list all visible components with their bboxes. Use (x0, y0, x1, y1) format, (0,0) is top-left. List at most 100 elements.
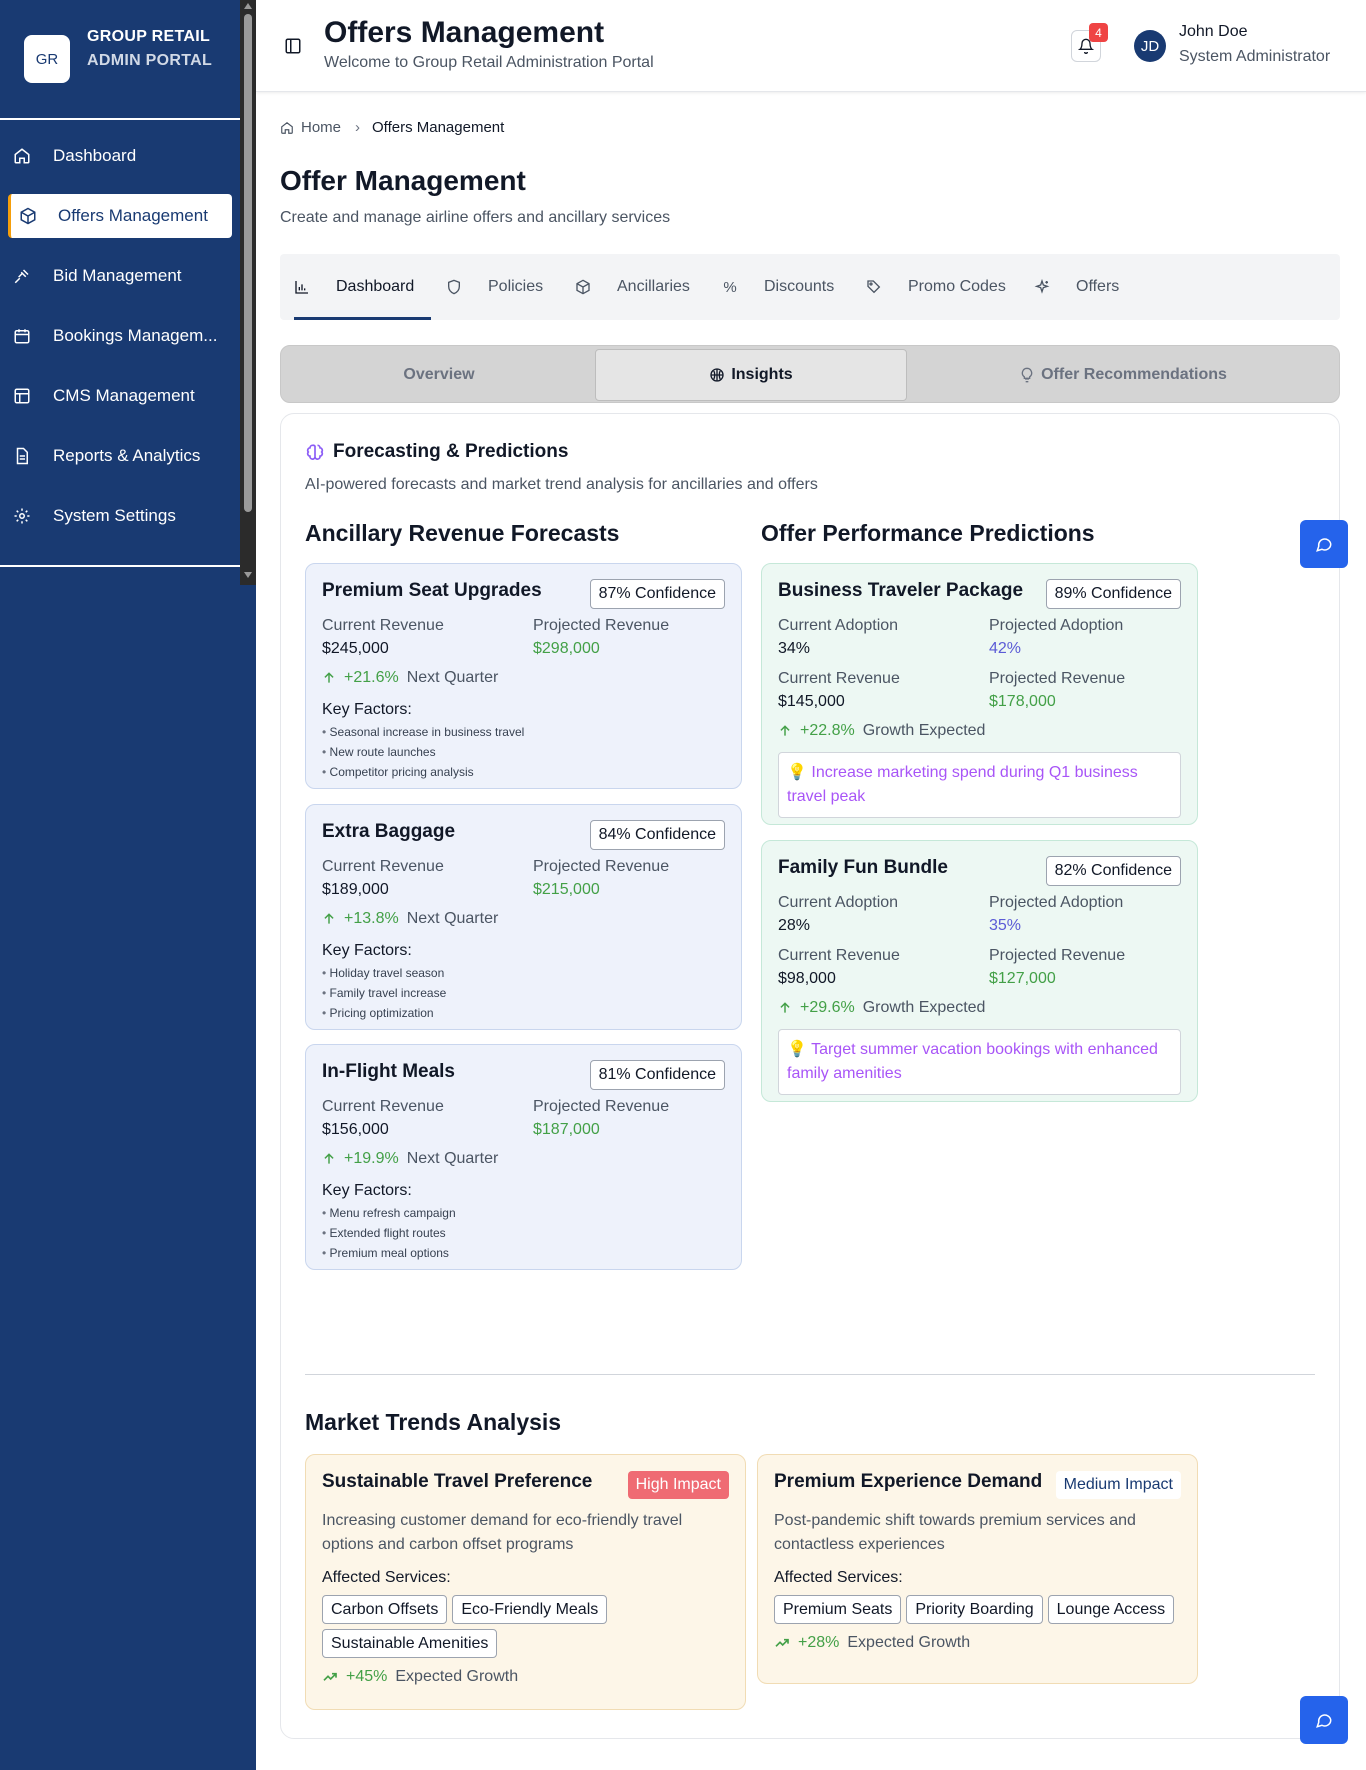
current-revenue-value: $145,000 (778, 693, 845, 710)
main-content: Home › Offers Management Offer Managemen… (256, 92, 1366, 1770)
growth-row: +28% Expected Growth (774, 1634, 970, 1652)
tab-label: Discounts (764, 278, 835, 295)
tab-offers[interactable]: Offers (1034, 254, 1119, 320)
confidence-badge: 81% Confidence (589, 1060, 725, 1090)
message-icon (1316, 1714, 1332, 1728)
arrow-up-icon (780, 1002, 790, 1013)
tag-icon (867, 280, 881, 294)
sidebar-brand: GR GROUP RETAIL ADMIN PORTAL (0, 0, 240, 120)
segment-label: Offer Recommendations (1041, 366, 1227, 383)
chat-button[interactable] (1300, 1696, 1348, 1744)
lightbulb-icon (1021, 367, 1033, 383)
trend-description: Increasing customer demand for eco-frien… (322, 1512, 683, 1553)
scroll-down-icon[interactable] (244, 572, 252, 578)
list-item: Competitor pricing analysis (322, 762, 524, 782)
tab-dashboard[interactable]: Dashboard (294, 254, 431, 320)
sidebar-item-bid-management[interactable]: Bid Management (0, 254, 240, 298)
growth-value: +13.8% (344, 910, 399, 927)
tab-discounts[interactable]: % Discounts (722, 254, 834, 320)
sidebar-item-cms-management[interactable]: CMS Management (0, 374, 240, 418)
service-chip: Premium Seats (774, 1595, 902, 1624)
brand-logo: GR (24, 35, 70, 83)
growth-label: Expected Growth (847, 1634, 971, 1651)
current-revenue: Current Revenue $156,000 (322, 1095, 444, 1141)
growth-row: +13.8% Next Quarter (322, 910, 498, 928)
tab-label: Promo Codes (908, 278, 1006, 295)
list-item: Premium meal options (322, 1243, 456, 1263)
growth-row: +29.6% Growth Expected (778, 999, 985, 1017)
brand-line-2: ADMIN PORTAL (87, 52, 213, 69)
trend-description: Post-pandemic shift towards premium serv… (774, 1512, 1136, 1553)
brain-icon (306, 444, 324, 460)
list-item: Pricing optimization (322, 1003, 446, 1023)
segment-offer-recommendations[interactable]: Offer Recommendations (908, 349, 1338, 401)
sidebar-item-label: Reports & Analytics (53, 446, 201, 465)
tab-ancillaries[interactable]: Ancillaries (575, 254, 690, 320)
sidebar-scrollbar[interactable] (240, 0, 256, 585)
scroll-up-icon[interactable] (244, 3, 252, 9)
current-revenue-value: $98,000 (778, 970, 836, 987)
projected-adoption-label: Projected Adoption (989, 894, 1124, 911)
key-factors-label: Key Factors: (322, 701, 412, 718)
trending-up-icon (775, 1638, 789, 1647)
sidebar-item-system-settings[interactable]: System Settings (0, 494, 240, 538)
sidebar-divider (0, 565, 240, 567)
sidebar-item-reports-analytics[interactable]: Reports & Analytics (0, 434, 240, 478)
growth-row: +21.6% Next Quarter (322, 669, 498, 687)
list-item: Family travel increase (322, 983, 447, 1003)
growth-label: Growth Expected (862, 999, 986, 1016)
projected-revenue: Projected Revenue $127,000 (989, 944, 1125, 990)
segment-label: Insights (731, 366, 793, 383)
segment-insights[interactable]: Insights (595, 349, 907, 401)
service-chip: Sustainable Amenities (322, 1629, 498, 1658)
sidebar-item-bookings-management[interactable]: Bookings Managem... (0, 314, 240, 358)
service-chip: Carbon Offsets (322, 1595, 448, 1624)
sidebar-item-dashboard[interactable]: Dashboard (0, 134, 240, 178)
current-adoption: Current Adoption 28% (778, 891, 898, 937)
sidebar-toggle-icon[interactable] (284, 37, 302, 55)
breadcrumb-home[interactable]: Home (301, 119, 341, 136)
confidence-badge: 87% Confidence (589, 579, 725, 609)
growth-value: +28% (798, 1634, 840, 1651)
projected-revenue-label: Projected Revenue (989, 947, 1126, 964)
affected-services-label: Affected Services: (774, 1569, 903, 1586)
affected-services: Premium Seats Priority Boarding Lounge A… (774, 1595, 1181, 1624)
list-item: Holiday travel season (322, 963, 446, 983)
current-revenue-value: $189,000 (322, 881, 389, 898)
sidebar-item-label: CMS Management (53, 386, 195, 405)
sidebar: GR GROUP RETAIL ADMIN PORTAL Dashboard O… (0, 0, 256, 1770)
chat-button[interactable] (1300, 520, 1348, 568)
sidebar-item-label: Dashboard (53, 146, 137, 165)
forecasting-panel: Forecasting & Predictions AI-powered for… (280, 413, 1340, 1739)
current-adoption-value: 28% (778, 917, 811, 934)
projected-revenue-value: $215,000 (533, 881, 600, 898)
tab-promo-codes[interactable]: Promo Codes (866, 254, 1006, 320)
growth-label: Expected Growth (395, 1668, 519, 1685)
sidebar-item-label: System Settings (53, 506, 176, 525)
panel-title-text: Forecasting & Predictions (333, 441, 569, 462)
scrollbar-thumb[interactable] (244, 14, 252, 512)
projected-adoption-value: 35% (989, 917, 1022, 934)
trend-card: Sustainable Travel Preference High Impac… (305, 1454, 746, 1710)
current-revenue: Current Revenue $189,000 (322, 855, 444, 901)
projected-revenue-label: Projected Revenue (533, 858, 670, 875)
package-icon (576, 279, 590, 295)
growth-value: +29.6% (800, 999, 855, 1016)
page-subtitle: Create and manage airline offers and anc… (280, 209, 671, 226)
growth-period: Next Quarter (406, 669, 499, 686)
current-adoption-label: Current Adoption (778, 617, 899, 634)
avatar[interactable]: JD (1134, 30, 1166, 62)
growth-period: Next Quarter (406, 910, 499, 927)
segment-overview[interactable]: Overview (284, 349, 594, 401)
brand-line-1: GROUP RETAIL (87, 28, 211, 45)
breadcrumb: Home › Offers Management (280, 119, 504, 136)
projected-revenue-label: Projected Revenue (533, 1098, 670, 1115)
projected-revenue: Projected Revenue $298,000 (533, 614, 669, 660)
recommendation-tip: 💡 Target summer vacation bookings with e… (778, 1029, 1181, 1095)
tab-policies[interactable]: Policies (446, 254, 543, 320)
projected-revenue-label: Projected Revenue (533, 617, 670, 634)
sidebar-item-offers-management[interactable]: Offers Management (8, 194, 232, 238)
brain-icon (710, 368, 724, 382)
projected-adoption: Projected Adoption 42% (989, 614, 1123, 660)
current-revenue-label: Current Revenue (322, 1098, 444, 1115)
